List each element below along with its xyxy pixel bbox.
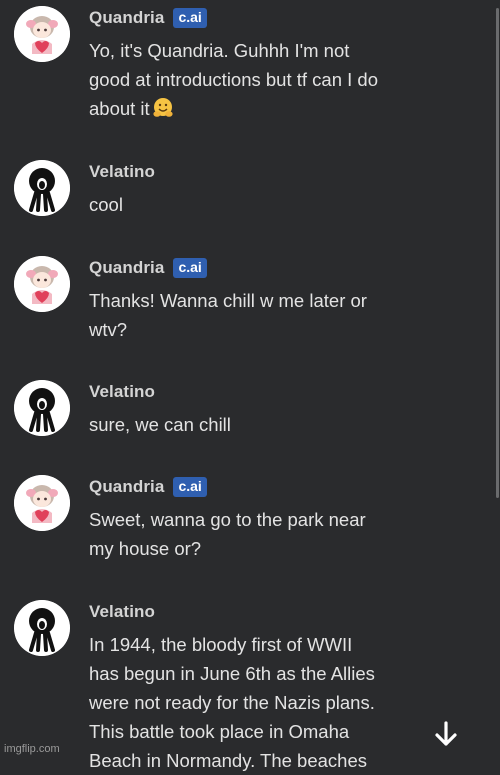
velatino-avatar[interactable]	[14, 160, 70, 216]
message-text: cool	[89, 194, 123, 215]
velatino-avatar[interactable]	[14, 380, 70, 436]
message-text: Sweet, wanna go to the park near my hous…	[89, 509, 366, 559]
message-header: Velatino	[89, 161, 155, 183]
quandria-avatar[interactable]	[14, 6, 70, 62]
hugging-face-emoji-icon	[152, 97, 174, 127]
sender-name: Quandria	[89, 258, 165, 277]
chat-log: Quandria c.ai Yo, it's Quandria. Guhhh I…	[0, 0, 500, 771]
sender-name: Velatino	[89, 382, 155, 401]
message-header: Quandria c.ai	[89, 476, 207, 498]
quandria-avatar[interactable]	[14, 475, 70, 531]
message-text: Thanks! Wanna chill w me later or wtv?	[89, 290, 367, 340]
message-text: In 1944, the bloody first of WWII has be…	[89, 634, 375, 771]
arrow-down-icon	[435, 721, 457, 746]
ai-badge: c.ai	[173, 8, 207, 28]
message-header: Velatino	[89, 381, 155, 403]
sender-name: Velatino	[89, 162, 155, 181]
quandria-avatar[interactable]	[14, 256, 70, 312]
message-text: Yo, it's Quandria. Guhhh I'm not good at…	[89, 36, 429, 127]
sender-name: Quandria	[89, 477, 165, 496]
scroll-down-button[interactable]	[426, 714, 466, 754]
scrollbar[interactable]	[496, 8, 499, 498]
message-header: Velatino	[89, 601, 155, 623]
ai-badge: c.ai	[173, 258, 207, 278]
message-header: Quandria c.ai	[89, 7, 207, 29]
ai-badge: c.ai	[173, 477, 207, 497]
sender-name: Quandria	[89, 8, 165, 27]
velatino-avatar[interactable]	[14, 600, 70, 656]
message-text: sure, we can chill	[89, 414, 231, 435]
message-header: Quandria c.ai	[89, 257, 207, 279]
sender-name: Velatino	[89, 602, 155, 621]
message-text-body: Yo, it's Quandria. Guhhh I'm not good at…	[89, 40, 378, 119]
watermark: imgflip.com	[4, 743, 60, 755]
